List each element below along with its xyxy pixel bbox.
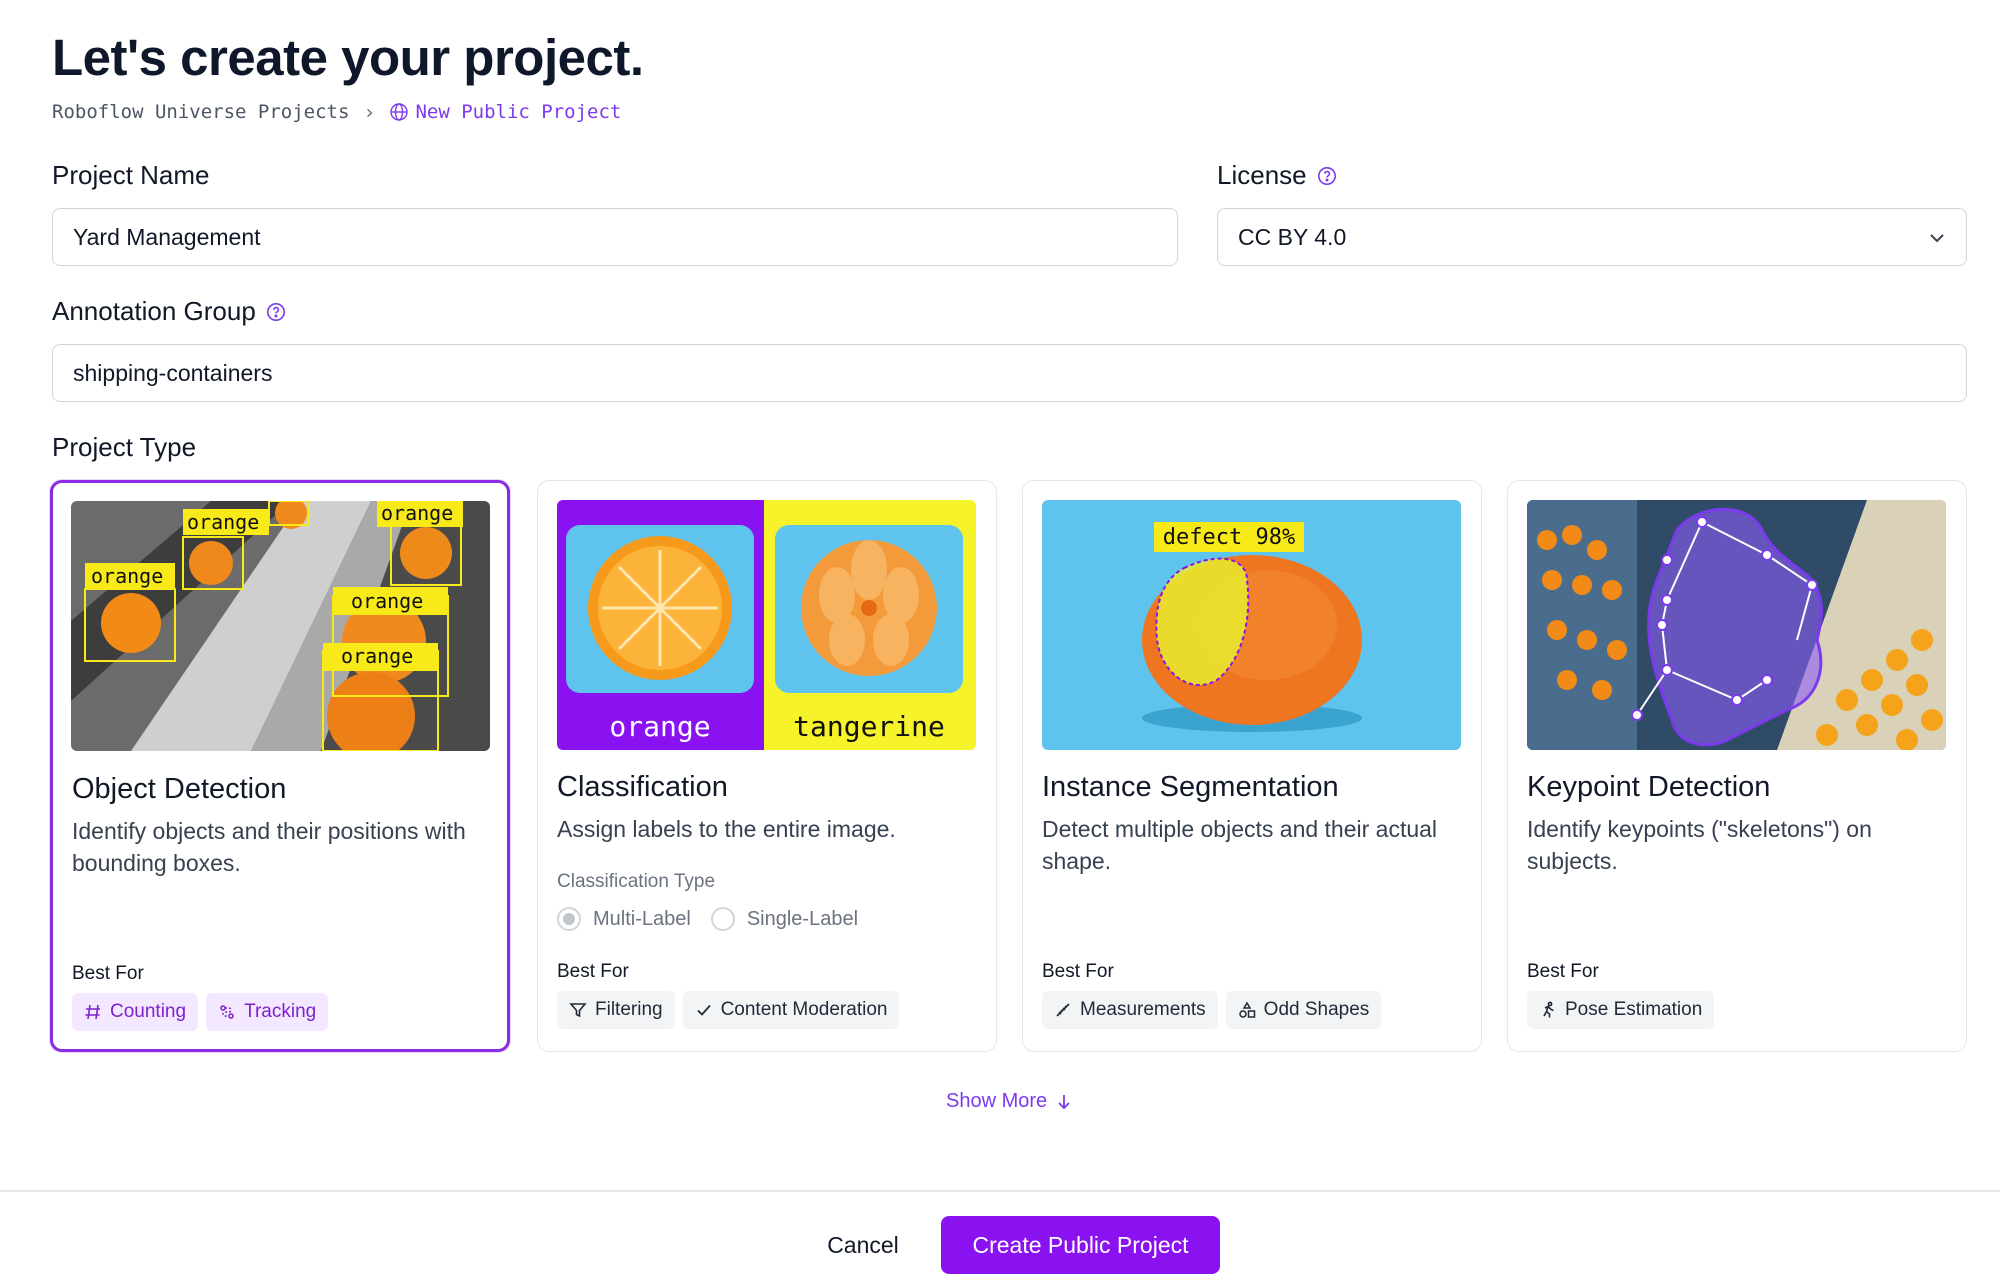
page-title: Let's create your project.: [52, 29, 644, 86]
card-title: Keypoint Detection: [1527, 771, 1771, 803]
card-title: Classification: [557, 771, 728, 803]
tag-odd-shapes: Odd Shapes: [1225, 991, 1382, 1029]
radio-label: Single-Label: [746, 907, 859, 930]
tag-pose-estimation: Pose Estimation: [1527, 991, 1715, 1029]
chevron-right-icon: ›: [363, 100, 376, 124]
card-description: Detect multiple objects and their actual…: [1042, 816, 1438, 874]
project-name-input[interactable]: Yard Management: [52, 208, 1178, 266]
card-title: Instance Segmentation: [1042, 771, 1339, 803]
radio-label: Multi-Label: [593, 907, 691, 930]
project-name-value: Yard Management: [73, 223, 261, 250]
card-description: Identify keypoints ("skeletons") on subj…: [1527, 816, 1872, 874]
best-for-label: Best For: [557, 961, 629, 982]
breadcrumb-root[interactable]: Roboflow Universe Projects: [52, 101, 349, 123]
breadcrumb-current-label: New Public Project: [415, 101, 622, 123]
check-icon: [696, 1004, 711, 1016]
classification-image: orange tangerine: [557, 500, 976, 750]
tag-label: Filtering: [595, 999, 663, 1020]
annotation-group-input[interactable]: shipping-containers: [52, 344, 1967, 402]
best-for-label: Best For: [1527, 961, 1599, 982]
cancel-button[interactable]: Cancel: [808, 1216, 918, 1274]
tag-measurements: Measurements: [1042, 991, 1218, 1029]
card-description: Identify objects and their positions wit…: [72, 818, 466, 876]
tag-label: Odd Shapes: [1263, 999, 1370, 1020]
card-classification[interactable]: orange tangerine Classification Assign l…: [537, 480, 997, 1052]
license-label: License: [1217, 160, 1337, 191]
tag-label: Content Moderation: [720, 999, 888, 1020]
instance-segmentation-image: defect 98%: [1042, 500, 1461, 750]
radio-multi-label[interactable]: Multi-Label: [557, 907, 691, 931]
od-label-2: orange: [187, 510, 259, 534]
tag-counting: Counting: [72, 993, 199, 1031]
project-type-label: Project Type: [52, 432, 196, 463]
chevron-down-icon: [1930, 234, 1944, 243]
running-person-icon: [1543, 1001, 1554, 1018]
show-more-button[interactable]: Show More: [946, 1090, 1073, 1113]
globe-icon: [390, 103, 409, 121]
create-public-project-button[interactable]: Create Public Project: [941, 1216, 1220, 1274]
tag-list: Pose Estimation: [1527, 991, 1715, 1029]
radio-single-label[interactable]: Single-Label: [710, 907, 859, 931]
project-name-label-text: Project Name: [52, 160, 210, 190]
od-label-1: orange: [91, 564, 163, 588]
project-name-label: Project Name: [52, 160, 210, 191]
tag-list: Measurements Odd Shapes: [1042, 991, 1382, 1029]
tag-filtering: Filtering: [557, 991, 675, 1029]
od-label-4: orange: [351, 589, 423, 613]
object-detection-image: orange orange orange orange orange: [71, 501, 490, 751]
hash-icon: [85, 1004, 100, 1020]
card-keypoint-detection[interactable]: Keypoint Detection Identify keypoints ("…: [1507, 480, 1967, 1052]
classification-type-label: Classification Type: [557, 871, 716, 892]
breadcrumb: Roboflow Universe Projects › New Public …: [52, 100, 621, 124]
seg-label: defect 98%: [1163, 525, 1295, 550]
breadcrumb-current: New Public Project: [389, 101, 621, 123]
license-label-text: License: [1217, 160, 1307, 190]
od-label-5: orange: [341, 644, 413, 668]
filter-icon: [569, 1003, 587, 1018]
footer-divider: [0, 1190, 2000, 1192]
show-more-label: Show More: [946, 1090, 1048, 1112]
card-object-detection[interactable]: orange orange orange orange orange Objec…: [50, 480, 510, 1052]
project-type-label-text: Project Type: [52, 432, 197, 462]
classification-type-radios: Multi-Label Single-Label: [557, 907, 858, 931]
help-circle-icon[interactable]: [266, 302, 286, 322]
radio-button[interactable]: [710, 907, 735, 931]
tag-label: Tracking: [244, 1001, 317, 1022]
tracking-icon: [220, 1005, 234, 1019]
keypoint-detection-image: [1527, 500, 1946, 750]
tag-label: Counting: [110, 1001, 187, 1022]
tag-label: Pose Estimation: [1565, 999, 1703, 1020]
class-label-tangerine: tangerine: [793, 710, 945, 743]
card-description: Assign labels to the entire image.: [557, 816, 896, 842]
best-for-label: Best For: [1042, 961, 1114, 982]
card-instance-segmentation[interactable]: defect 98% Instance Segmentation Detect …: [1022, 480, 1482, 1052]
tag-tracking: Tracking: [206, 993, 329, 1031]
radio-button[interactable]: [557, 907, 581, 931]
tag-content-moderation: Content Moderation: [682, 991, 900, 1029]
annotation-group-label-text: Annotation Group: [52, 296, 256, 326]
shapes-icon: [1238, 1001, 1255, 1018]
tag-list: Filtering Content Moderation: [557, 991, 900, 1029]
license-select[interactable]: CC BY 4.0: [1217, 208, 1967, 266]
help-circle-icon[interactable]: [1317, 166, 1337, 186]
annotation-group-label: Annotation Group: [52, 296, 286, 327]
annotation-group-value: shipping-containers: [73, 359, 273, 386]
tag-label: Measurements: [1080, 999, 1206, 1020]
ruler-icon: [1056, 1003, 1070, 1017]
od-label-3: orange: [381, 501, 453, 525]
tag-list: Counting Tracking: [72, 993, 329, 1031]
best-for-label: Best For: [72, 963, 144, 984]
arrow-down-icon: [1058, 1094, 1070, 1109]
license-value: CC BY 4.0: [1238, 223, 1347, 250]
card-title: Object Detection: [72, 773, 287, 805]
class-label-orange: orange: [609, 710, 710, 743]
